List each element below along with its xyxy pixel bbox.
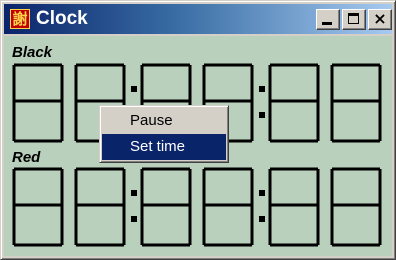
red-clock-colon: [131, 216, 137, 222]
red-clock-digit: [330, 167, 382, 247]
red-clock-colon: [131, 190, 137, 196]
black-clock-colon: [259, 112, 265, 118]
black-clock-label: Black: [12, 44, 53, 61]
black-clock-colon: [259, 86, 265, 92]
black-clock-digit: [268, 63, 320, 143]
black-clock-digit: [330, 63, 382, 143]
chinese-character-app-icon[interactable]: 謝: [10, 9, 30, 29]
red-clock-colon: [259, 216, 265, 222]
red-clock-digit: [202, 167, 254, 247]
red-clock-digit: [140, 167, 192, 247]
black-clock-digit: [12, 63, 64, 143]
red-clock-label: Red: [12, 149, 41, 166]
red-clock-display: [12, 167, 382, 247]
title-bar[interactable]: 謝 Clock ×: [4, 4, 392, 34]
menu-item-set-time[interactable]: Set time: [102, 134, 226, 160]
minimize-button[interactable]: [316, 9, 340, 30]
black-clock-colon: [131, 86, 137, 92]
red-clock-colon: [259, 190, 265, 196]
window-title: Clock: [36, 8, 88, 29]
menu-item-pause[interactable]: Pause: [102, 108, 226, 134]
context-menu: Pause Set time: [99, 105, 229, 163]
red-clock-digit: [74, 167, 126, 247]
minimize-icon: [322, 22, 332, 25]
maximize-button[interactable]: [342, 9, 366, 30]
close-button[interactable]: ×: [368, 9, 392, 30]
clock-window: 謝 Clock × Black Red Pause Set time: [0, 0, 396, 260]
close-icon: ×: [373, 9, 387, 28]
red-clock-digit: [268, 167, 320, 247]
red-clock-digit: [12, 167, 64, 247]
maximize-icon: [348, 13, 359, 24]
